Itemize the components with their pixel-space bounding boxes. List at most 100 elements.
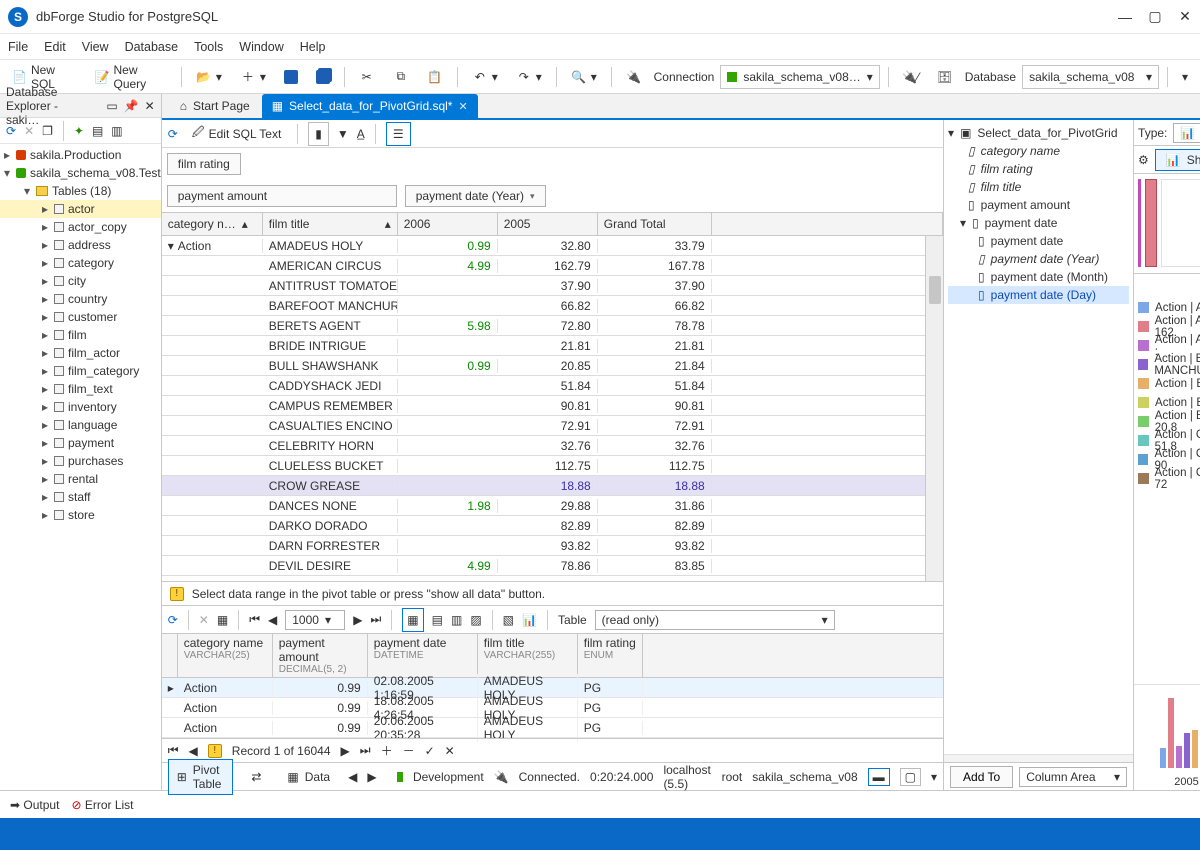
data-column-header[interactable]: film ratingENUM [578, 634, 643, 677]
field-root[interactable]: ▾▣Select_data_for_PivotGrid [948, 124, 1129, 142]
view-mode-3-icon[interactable]: ▥ [451, 613, 462, 627]
pin-icon[interactable]: 📌 [124, 99, 139, 113]
field-item[interactable]: ▯payment amount [948, 196, 1129, 214]
format-icon[interactable]: A̲ [357, 127, 365, 141]
field-tree[interactable]: ▾▣Select_data_for_PivotGrid ▯category na… [944, 120, 1133, 754]
menu-help[interactable]: Help [300, 40, 326, 54]
layout-2-icon[interactable]: ▢ [900, 768, 921, 786]
category-header-chip[interactable]: category n…▴ [162, 213, 263, 235]
new-query-button[interactable]: 📝New Query [89, 65, 173, 89]
pivot-row[interactable]: DARN FORRESTER93.8293.82 [162, 536, 925, 556]
tree-table-item[interactable]: ▸payment [0, 434, 161, 452]
tab-nav-prev-icon[interactable]: ◀ [348, 770, 357, 784]
dropdown-extra[interactable]: ▾ [1176, 65, 1194, 89]
pivot-row[interactable]: BERETS AGENT5.9872.8078.78 [162, 316, 925, 336]
field-item[interactable]: ▯payment date (Month) [948, 268, 1129, 286]
add-to-button[interactable]: Add To [950, 766, 1013, 788]
menu-edit[interactable]: Edit [44, 40, 66, 54]
refresh-data-icon[interactable]: ⟳ [168, 613, 178, 627]
menu-database[interactable]: Database [125, 40, 179, 54]
view-mode-2-icon[interactable]: ▤ [432, 613, 443, 627]
layout-more-icon[interactable]: ▾ [931, 770, 937, 784]
page-last-icon[interactable]: ⏭ [370, 612, 381, 627]
legend-item[interactable]: Action | CASUALTIES ENCINO : 72 [1138, 469, 1200, 488]
column-field-chip[interactable]: payment date (Year)▾ [405, 185, 546, 207]
maximize-icon[interactable]: ▢ [1148, 10, 1162, 24]
nav-add-icon[interactable]: ＋ [381, 742, 393, 759]
field-date-group[interactable]: ▾▯payment date [948, 214, 1129, 232]
props-icon[interactable]: ▥ [111, 124, 122, 138]
funnel-icon[interactable]: ▼ [337, 127, 349, 141]
tree-table-item[interactable]: ▸address [0, 236, 161, 254]
filter-toggle-button[interactable]: ▮ [308, 122, 329, 146]
page-next-icon[interactable]: ▶ [353, 613, 362, 627]
film-header-chip[interactable]: film title▴ [263, 213, 398, 235]
filter-field-chip[interactable]: film rating [167, 153, 241, 175]
field-item-selected[interactable]: ▯payment date (Day) [948, 286, 1129, 304]
data-column-header[interactable]: payment dateDATETIME [368, 634, 478, 677]
filter-tree-icon[interactable]: ▤ [92, 124, 103, 138]
pivot-row[interactable]: CASUALTIES ENCINO72.9172.91 [162, 416, 925, 436]
refresh-conn-button[interactable]: 🗄 [931, 65, 959, 89]
pivot-row[interactable]: CADDYSHACK JEDI51.8451.84 [162, 376, 925, 396]
tree-root-1[interactable]: ▸sakila.Production [0, 146, 161, 164]
open-button[interactable]: 📂▾ [190, 65, 228, 89]
delete-node-icon[interactable]: ✕ [24, 124, 34, 138]
chart-legend[interactable]: Action | AMADEUS HOLY : 32.8Action | AME… [1134, 296, 1200, 684]
pivot-row[interactable]: BRIDE INTRIGUE21.8121.81 [162, 336, 925, 356]
pivot-scrollbar[interactable] [925, 236, 943, 581]
tree-table-item[interactable]: ▸film_text [0, 380, 161, 398]
pivot-row[interactable]: BAREFOOT MANCHURIAN66.8266.82 [162, 296, 925, 316]
pivot-row[interactable]: CROW GREASE18.8818.88 [162, 476, 925, 496]
pivot-row[interactable]: AMERICAN CIRCUS4.99162.79167.78 [162, 256, 925, 276]
data-column-header[interactable]: category nameVARCHAR(25) [178, 634, 273, 677]
tree-table-item[interactable]: ▸rental [0, 470, 161, 488]
save-all-button[interactable] [310, 65, 336, 89]
tree-tables-folder[interactable]: ▾Tables (18) [0, 182, 161, 200]
legend-item[interactable]: Action | BERETS AGENT : 72.8 [1138, 374, 1200, 393]
chart-type-selector[interactable]: 📊Bar▾ [1173, 123, 1200, 143]
menu-file[interactable]: File [8, 40, 28, 54]
redo-button[interactable]: ↷▾ [510, 65, 548, 89]
tree-root-2[interactable]: ▾sakila_schema_v08.Test [0, 164, 161, 182]
view-tab-pivot[interactable]: ⊞Pivot Table [168, 759, 234, 795]
tree-table-item[interactable]: ▸staff [0, 488, 161, 506]
nav-last-icon[interactable]: ⏭ [360, 743, 371, 758]
tree-table-item[interactable]: ▸actor [0, 200, 161, 218]
tree-table-item[interactable]: ▸purchases [0, 452, 161, 470]
menu-tools[interactable]: Tools [194, 40, 223, 54]
refresh-pivot-icon[interactable]: ⟳ [168, 127, 178, 141]
table-mode-selector[interactable]: (read only)▾ [595, 610, 835, 630]
layout-1-icon[interactable]: ▬ [868, 768, 890, 786]
output-tab[interactable]: ➡ Output [10, 798, 59, 812]
tree-table-item[interactable]: ▸country [0, 290, 161, 308]
data-row[interactable]: Action0.9920.06.2005 20:35:28AMADEUS HOL… [162, 718, 943, 738]
pivot-row[interactable]: DANCES NONE1.9829.8831.86 [162, 496, 925, 516]
tree-table-item[interactable]: ▸language [0, 416, 161, 434]
nav-prev-icon[interactable]: ◀ [189, 744, 198, 758]
database-selector[interactable]: sakila_schema_v08▾ [1022, 65, 1159, 89]
tree-table-item[interactable]: ▸customer [0, 308, 161, 326]
close-panel-icon[interactable]: ✕ [145, 99, 155, 113]
field-item[interactable]: ▯film title [948, 178, 1129, 196]
tree-table-item[interactable]: ▸inventory [0, 398, 161, 416]
col-2005[interactable]: 2005 [498, 213, 598, 235]
edit-sql-button[interactable]: 🖉Edit SQL Text [186, 122, 288, 146]
search-button[interactable]: 🔍▾ [565, 65, 603, 89]
disconnect-button[interactable]: 🔌⁄ [897, 65, 925, 89]
value-field-chip[interactable]: payment amount [167, 185, 397, 207]
field-item[interactable]: ▯category name [948, 142, 1129, 160]
tree-table-item[interactable]: ▸category [0, 254, 161, 272]
fields-toggle-button[interactable]: ☰ [386, 122, 411, 146]
field-item[interactable]: ▯payment date (Year) [948, 250, 1129, 268]
view-tab-data[interactable]: ▦Data [279, 767, 338, 787]
pivot-row[interactable]: DARKO DORADO82.8982.89 [162, 516, 925, 536]
new-item-button[interactable]: ＋▾ [234, 65, 272, 89]
pivot-row[interactable]: CELEBRITY HORN32.7632.76 [162, 436, 925, 456]
data-column-header[interactable]: film titleVARCHAR(255) [478, 634, 578, 677]
new-connection-icon[interactable]: ✦ [74, 124, 84, 138]
connection-selector[interactable]: sakila_schema_v08…▾ [720, 65, 879, 89]
col-grand-total[interactable]: Grand Total [598, 213, 712, 235]
close-tab-icon[interactable]: ✕ [458, 100, 467, 113]
nav-commit-icon[interactable]: ✓ [425, 744, 435, 758]
